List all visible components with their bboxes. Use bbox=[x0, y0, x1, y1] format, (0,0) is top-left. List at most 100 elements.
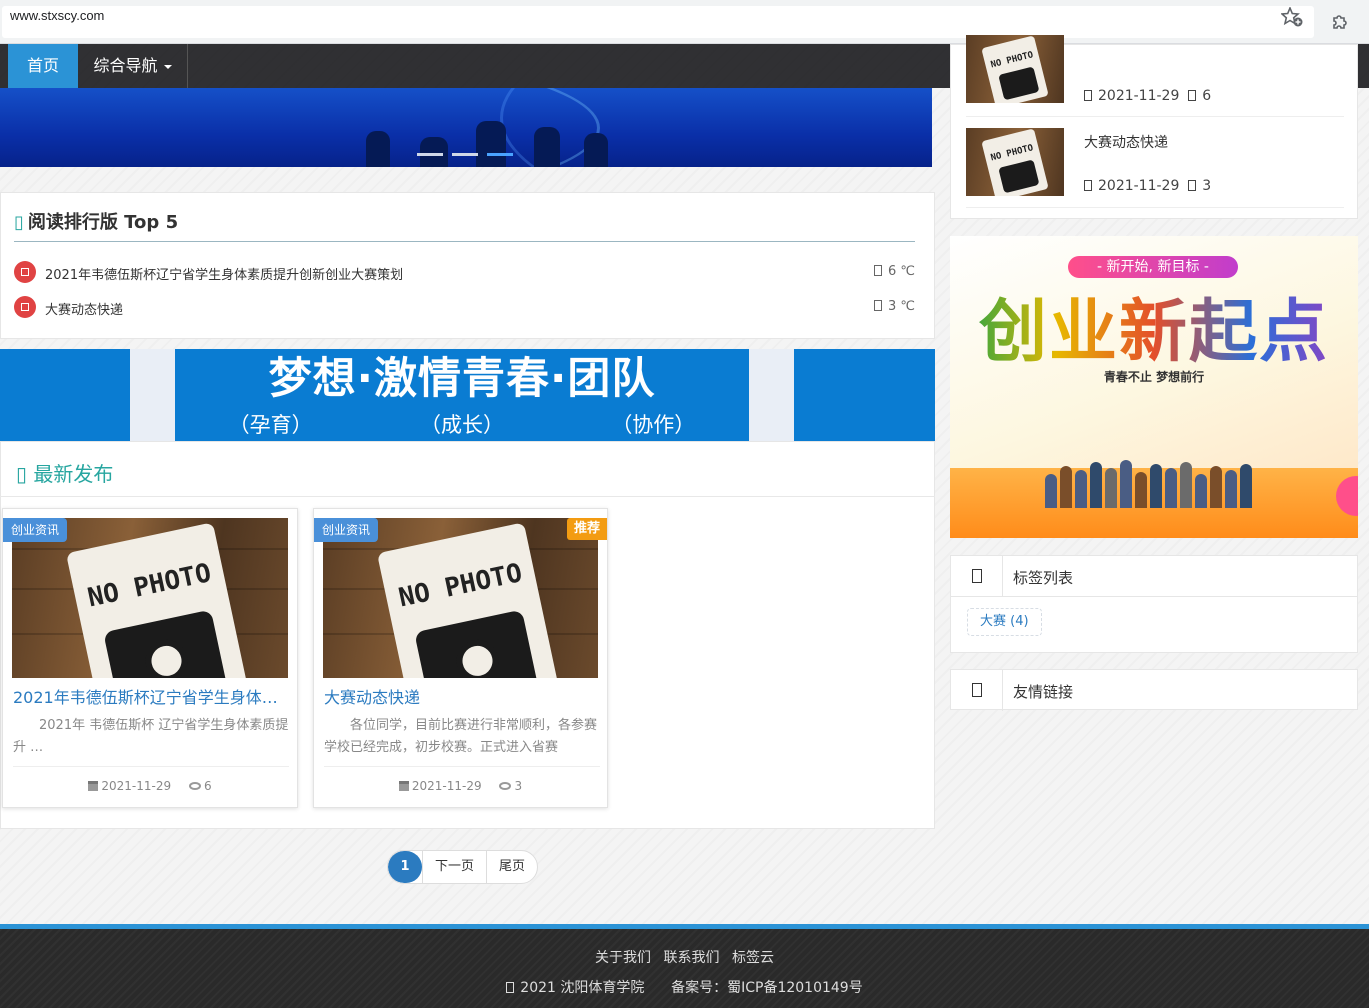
url-text[interactable]: www.stxscy.com bbox=[10, 8, 104, 23]
card-date: 2021-11-29 bbox=[411, 779, 482, 793]
slider-dot-1[interactable] bbox=[417, 153, 443, 156]
motto-text: 梦想·激情青春·团队 bbox=[268, 354, 656, 404]
card-meta: 2021-11-29 6 bbox=[3, 779, 297, 793]
motto-side-right bbox=[749, 349, 794, 441]
sidebar-recent-panel: NO PHOTO 2021-11-29 6 NO PHOTO 大赛动态快递 20… bbox=[950, 35, 1358, 219]
side-date: 2021-11-29 bbox=[1098, 88, 1180, 104]
calendar-icon bbox=[398, 781, 409, 791]
latest-title-text: 最新发布 bbox=[33, 462, 114, 486]
icp-text[interactable]: 备案号：蜀ICP备12010149号 bbox=[671, 980, 863, 996]
site-footer: 关于我们 联系我们 标签云 2021 沈阳体育学院 备案号：蜀ICP备12010… bbox=[0, 924, 1369, 1008]
extensions-puzzle-icon[interactable] bbox=[1330, 12, 1350, 32]
calendar-icon bbox=[88, 781, 99, 791]
tags-header: 标签列表 bbox=[951, 556, 1357, 597]
links-title: 友情链接 bbox=[1013, 683, 1074, 701]
rank-item-heat-text: 6 ℃ bbox=[887, 264, 915, 279]
page-next[interactable]: 下一页 bbox=[422, 851, 486, 883]
latest-icon: ▯ bbox=[16, 462, 34, 486]
list-icon: ▯ bbox=[14, 212, 24, 233]
divider bbox=[0, 496, 935, 497]
card-excerpt: 各位同学，目前比赛进行非常顺利，各参赛学校已经完成，初步校赛。正式进入省赛 bbox=[324, 718, 598, 755]
crowd-illustration bbox=[1045, 458, 1265, 508]
rank-title-text: 阅读排行版 Top 5 bbox=[27, 212, 179, 233]
rank-item-heat: 6 ℃ bbox=[873, 264, 915, 279]
friend-links-panel: 友情链接 bbox=[950, 669, 1358, 711]
rank-title: ▯ 阅读排行版 Top 5 bbox=[14, 208, 178, 234]
poster-ribbon: - 新开始, 新目标 - bbox=[1068, 256, 1238, 278]
side-views: 6 bbox=[1202, 88, 1212, 104]
side-meta: 2021-11-29 6 bbox=[1084, 88, 1211, 104]
no-photo-text: NO PHOTO bbox=[396, 558, 525, 614]
footer-links: 关于我们 联系我们 标签云 bbox=[0, 947, 1369, 967]
card-image[interactable]: NO PHOTO bbox=[12, 518, 288, 678]
latest-title: ▯ 最新发布 bbox=[16, 458, 113, 487]
card-excerpt: 2021年 韦德伍斯杯 辽宁省学生身体素质提升 … bbox=[13, 718, 289, 755]
tag-pill[interactable]: 大赛 (4) bbox=[967, 608, 1042, 636]
recommend-badge: 推荐 bbox=[566, 518, 607, 540]
tags-panel: 标签列表 大赛 (4) bbox=[950, 555, 1358, 653]
tag-icon bbox=[951, 556, 1003, 597]
side-thumb[interactable]: NO PHOTO bbox=[966, 35, 1064, 103]
caret-down-icon bbox=[163, 64, 172, 69]
eye-icon bbox=[1188, 90, 1197, 101]
hero-slider[interactable] bbox=[0, 88, 932, 167]
heat-icon bbox=[873, 300, 882, 311]
pagination: 1 下一页 尾页 bbox=[387, 850, 539, 884]
rank-item[interactable]: 大赛动态快递 3 ℃ bbox=[14, 296, 915, 322]
rank-badge bbox=[14, 296, 36, 318]
copyright-icon bbox=[506, 982, 515, 993]
calendar-icon bbox=[1084, 90, 1092, 101]
nav-guide-label: 综合导航 bbox=[93, 56, 158, 75]
footer-link-contact[interactable]: 联系我们 bbox=[664, 950, 720, 966]
heat-icon bbox=[873, 265, 882, 276]
slider-dot-2[interactable] bbox=[452, 153, 478, 156]
card-views: 3 bbox=[514, 779, 523, 793]
side-thumb[interactable]: NO PHOTO bbox=[966, 128, 1064, 196]
page-last[interactable]: 尾页 bbox=[486, 851, 537, 883]
footer-link-about[interactable]: 关于我们 bbox=[595, 950, 651, 966]
rank-item[interactable]: 2021年韦德伍斯杯辽宁省学生身体素质提升创新创业大赛策划 6 ℃ bbox=[14, 261, 915, 287]
links-header: 友情链接 bbox=[951, 670, 1357, 711]
footer-link-tagcloud[interactable]: 标签云 bbox=[732, 950, 774, 966]
article-card[interactable]: NO PHOTO 创业资讯 推荐 大赛动态快递 各位同学，目前比赛进行非常顺利，… bbox=[313, 508, 608, 808]
calendar-icon bbox=[1084, 180, 1092, 191]
rank-badge bbox=[14, 261, 36, 283]
category-tag[interactable]: 创业资讯 bbox=[3, 518, 68, 542]
divider bbox=[14, 241, 915, 242]
motto-sub-2: （成长） bbox=[419, 413, 504, 437]
side-views: 3 bbox=[1202, 178, 1212, 194]
nav-guide-dropdown[interactable]: 综合导航 bbox=[78, 44, 188, 88]
footer-copyright: 2021 沈阳体育学院 备案号：蜀ICP备12010149号 bbox=[0, 977, 1369, 997]
eye-icon bbox=[188, 782, 201, 790]
copyright-text: 2021 沈阳体育学院 bbox=[520, 980, 645, 996]
poster-subtitle: 青春不止 梦想前行 bbox=[1103, 370, 1205, 384]
category-tag[interactable]: 创业资讯 bbox=[314, 518, 379, 542]
card-title[interactable]: 大赛动态快递 bbox=[324, 684, 600, 708]
motto-side-left bbox=[130, 349, 175, 441]
motto-sub-3: （协作） bbox=[611, 413, 696, 437]
bookmark-star-icon[interactable] bbox=[1281, 7, 1303, 27]
rank-item-heat-text: 3 ℃ bbox=[887, 299, 915, 314]
slider-dot-3[interactable] bbox=[487, 153, 513, 156]
side-date: 2021-11-29 bbox=[1098, 178, 1180, 194]
side-title[interactable]: 大赛动态快递 bbox=[1084, 132, 1168, 152]
address-bar[interactable] bbox=[2, 6, 1314, 38]
side-meta: 2021-11-29 3 bbox=[1084, 178, 1211, 194]
article-card[interactable]: NO PHOTO 创业资讯 2021年韦德伍斯杯辽宁省学生身体… 2021年 韦… bbox=[2, 508, 298, 808]
rank-item-title[interactable]: 大赛动态快递 bbox=[45, 299, 123, 318]
no-photo-text: NO PHOTO bbox=[85, 558, 214, 614]
nav-home[interactable]: 首页 bbox=[8, 44, 78, 88]
motto-sub-1: （孕育） bbox=[228, 413, 313, 437]
eye-icon bbox=[1188, 180, 1197, 191]
page-current[interactable]: 1 bbox=[388, 851, 422, 883]
card-meta: 2021-11-29 3 bbox=[314, 779, 607, 793]
card-title[interactable]: 2021年韦德伍斯杯辽宁省学生身体… bbox=[13, 684, 289, 708]
motto-subtitles: （孕育） （成长） （协作） bbox=[175, 409, 749, 439]
promo-poster[interactable]: - 新开始, 新目标 - 创业新起点 青春不止 梦想前行 bbox=[950, 236, 1358, 538]
poster-title: 创业新起点 bbox=[958, 276, 1350, 375]
card-image[interactable]: NO PHOTO bbox=[323, 518, 598, 678]
rank-item-title[interactable]: 2021年韦德伍斯杯辽宁省学生身体素质提升创新创业大赛策划 bbox=[45, 264, 403, 283]
card-views: 6 bbox=[203, 779, 212, 793]
rank-item-heat: 3 ℃ bbox=[873, 299, 915, 314]
link-icon bbox=[951, 670, 1003, 711]
